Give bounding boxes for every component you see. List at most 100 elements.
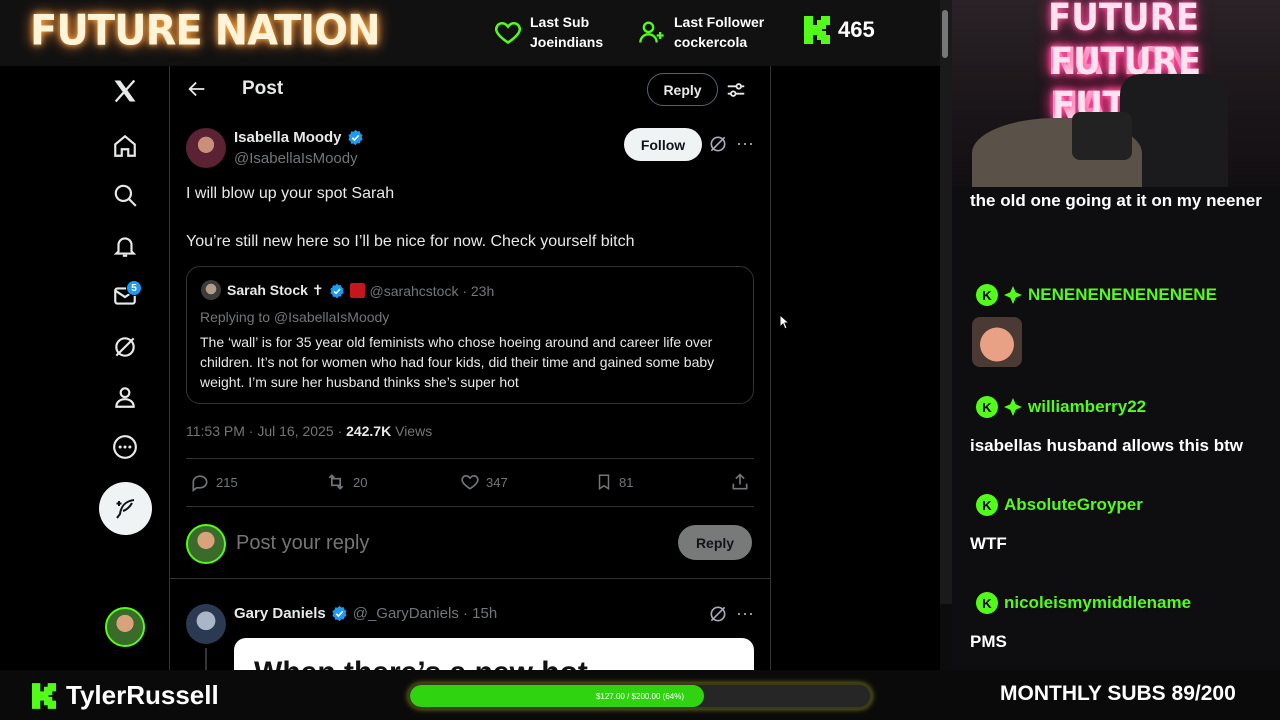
search-icon[interactable]: [108, 178, 142, 212]
back-arrow-icon[interactable]: [186, 78, 208, 105]
kick-logo-icon: [804, 16, 830, 44]
chat-message-text: the old one going at it on my neener: [970, 191, 1262, 210]
bookmark-icon: [598, 474, 610, 491]
chat-username-text[interactable]: AbsoluteGroyper: [1004, 495, 1143, 515]
reply-submit-button[interactable]: Reply: [678, 525, 752, 560]
reply-author-handle: @_GaryDaniels · 15h: [352, 605, 498, 622]
heart-icon: [494, 21, 522, 45]
kick-badge-icon: K: [976, 494, 998, 516]
verified-badge-icon: [347, 129, 363, 146]
kick-count-value: 465: [838, 17, 875, 42]
verified-badge-icon: [332, 605, 347, 622]
chat-message-text: PMS: [970, 632, 1007, 651]
more-circle-icon[interactable]: [108, 430, 142, 464]
add-user-icon: [639, 21, 664, 43]
follow-button[interactable]: Follow: [624, 128, 702, 161]
chat-username-text[interactable]: nicoleismymiddlename: [1004, 593, 1191, 613]
x-left-nav: 5: [0, 66, 170, 670]
post-text-line2: You’re still new here so I’ll be nice fo…: [186, 233, 635, 250]
author-name-row: Isabella Moody: [234, 129, 364, 146]
microphone: [1072, 112, 1132, 160]
right-column: [771, 66, 940, 670]
quote-replying-to: Replying to @IsabellaIsMoody: [200, 309, 390, 325]
last-sub-widget: Last Sub Joeindians: [494, 12, 603, 52]
channel-tag: TylerRussell: [32, 680, 219, 711]
grok-icon[interactable]: [108, 330, 142, 364]
thread-line: [205, 648, 207, 670]
compose-post-button[interactable]: [99, 482, 152, 535]
divider: [186, 506, 754, 507]
chat-username-text[interactable]: williamberry22: [1028, 397, 1146, 417]
page-scrollbar[interactable]: [940, 0, 952, 604]
x-logo-icon[interactable]: [108, 74, 142, 108]
subscriber-badge-icon: [1004, 286, 1022, 304]
quote-author-handle: @sarahcstock · 23h: [369, 282, 495, 299]
post-detail-column: Post Reply Isabella Moody @IsabellaIsMoo…: [170, 66, 771, 670]
chat-username-text[interactable]: NENENENENENENENE: [1028, 285, 1217, 305]
chat-username[interactable]: K NENENENENENENENE: [976, 284, 1217, 306]
chat-message-text: WTF: [970, 534, 1007, 553]
kick-viewer-count: 465: [804, 16, 875, 44]
repost-icon: [328, 474, 344, 490]
reply-author-name[interactable]: Gary Daniels: [234, 605, 326, 622]
more-options-icon[interactable]: ···: [736, 604, 754, 622]
profile-icon[interactable]: [108, 380, 142, 414]
last-follower-widget: Last Follower cockercola: [638, 12, 764, 52]
home-icon[interactable]: [108, 129, 142, 163]
grok-explain-icon[interactable]: [708, 134, 728, 159]
like-action[interactable]: 347: [460, 472, 508, 492]
last-follower-label: Last Follower: [674, 14, 765, 30]
messages-badge: 5: [126, 280, 142, 296]
quote-author-avatar: [201, 280, 221, 300]
quote-text: The ‘wall’ is for 35 year old feminists …: [200, 334, 715, 390]
scrollbar-thumb[interactable]: [942, 10, 948, 58]
reply-count: 215: [216, 474, 238, 490]
reply-author-avatar[interactable]: [186, 604, 226, 644]
affiliate-badge-icon: [349, 283, 365, 298]
bell-icon[interactable]: [108, 229, 142, 263]
kick-logo-icon: [32, 682, 56, 709]
share-icon: [732, 473, 748, 490]
views-label: Views: [391, 423, 433, 439]
webcam-feed: FUTURE NATION FUTURE NATION FUTURE NATIO…: [952, 0, 1280, 187]
quoted-post[interactable]: Sarah Stock ✝ @sarahcstock · 23h Replyin…: [186, 266, 754, 404]
more-options-icon[interactable]: ···: [736, 134, 754, 152]
stream-chat-panel: FUTURE NATION FUTURE NATION FUTURE NATIO…: [952, 0, 1280, 670]
quote-author-name: Sarah Stock ✝: [227, 282, 324, 298]
views-count: 242.7K: [346, 423, 392, 439]
subscriber-badge-icon: [1004, 398, 1022, 416]
sliders-icon[interactable]: [725, 79, 747, 106]
share-action[interactable]: [730, 472, 750, 492]
post-meta: 11:53 PM · Jul 16, 2025 · 242.7K Views: [186, 423, 432, 439]
last-sub-label: Last Sub: [530, 14, 590, 30]
post-text-line1: I will blow up your spot Sarah: [186, 185, 395, 202]
face-emote: [972, 317, 1022, 367]
author-name[interactable]: Isabella Moody: [234, 129, 342, 146]
verified-badge-icon: [329, 283, 344, 298]
last-sub-name: Joeindians: [530, 34, 604, 50]
author-avatar[interactable]: [186, 128, 226, 168]
chat-username[interactable]: K nicoleismymiddlename: [976, 592, 1191, 614]
chat-username[interactable]: K williamberry22: [976, 396, 1146, 418]
repost-count: 20: [353, 474, 368, 490]
author-handle[interactable]: @IsabellaIsMoody: [234, 150, 358, 167]
quote-author-row: Sarah Stock ✝ @sarahcstock · 23h: [227, 282, 494, 299]
reply-action[interactable]: 215: [190, 472, 238, 492]
bookmark-action[interactable]: 81: [595, 472, 633, 492]
last-follower-name: cockercola: [674, 34, 748, 50]
mouse-cursor-icon: [779, 314, 791, 330]
chat-message-text: isabellas husband allows this btw: [970, 436, 1244, 455]
header-reply-button[interactable]: Reply: [647, 73, 718, 106]
chat-username[interactable]: K AbsoluteGroyper: [976, 494, 1143, 516]
account-avatar[interactable]: [105, 607, 145, 647]
heart-outline-icon: [461, 474, 479, 490]
sub-goal-progress-text: $127.00 / $200.00 (64%): [595, 691, 685, 701]
reply-avatar: [186, 524, 226, 564]
post-timestamp[interactable]: 11:53 PM · Jul 16, 2025 ·: [186, 423, 346, 439]
reply-input[interactable]: [236, 528, 636, 558]
reply-media[interactable]: When there’s a new hot: [234, 638, 754, 670]
divider: [186, 458, 754, 459]
repost-action[interactable]: 20: [325, 472, 367, 492]
feather-plus-icon: [115, 498, 134, 519]
grok-explain-icon[interactable]: [708, 604, 728, 629]
